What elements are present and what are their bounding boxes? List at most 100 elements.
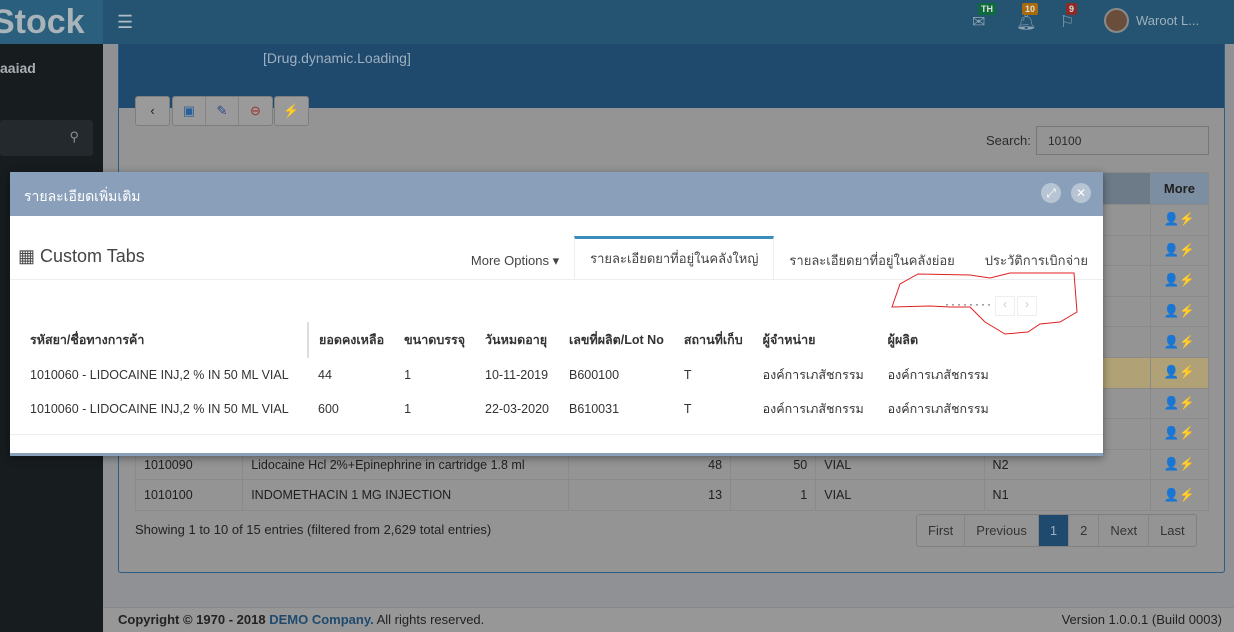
page-previous[interactable]: Previous xyxy=(965,515,1039,546)
add-book-icon[interactable]: ▣ xyxy=(173,97,206,125)
user-name[interactable]: Waroot L... xyxy=(1136,13,1199,28)
more-cell[interactable]: 👤⚡ xyxy=(1149,265,1210,297)
more-cell[interactable]: 👤⚡ xyxy=(1149,234,1210,267)
sidebar-user-label: aaiad xyxy=(0,60,36,76)
more-cell[interactable]: 👤⚡ xyxy=(1149,204,1210,236)
table-cell: 1 xyxy=(404,402,412,416)
tab-more-options[interactable]: More Options ▾ xyxy=(456,240,574,280)
user-action-icon[interactable]: 👤⚡ xyxy=(1164,426,1195,440)
col-header[interactable]: ผู้จำหน่าย xyxy=(753,322,878,358)
table-cell: T xyxy=(683,368,692,382)
tab-main-stock[interactable]: รายละเอียดยาที่อยู่ในคลังใหญ่ xyxy=(574,236,775,280)
rights-text: All rights reserved. xyxy=(376,612,485,627)
col-header[interactable]: ยอดคงเหลือ xyxy=(308,322,394,358)
table-info: Showing 1 to 10 of 15 entries (filtered … xyxy=(135,522,492,537)
table-row: 1010100 INDOMETHACIN 1 MG INJECTION 13 1 VIA… xyxy=(134,479,1210,511)
col-header[interactable]: ขนาดบรรจุ xyxy=(394,322,475,358)
more-header: More xyxy=(1149,172,1210,205)
copyright: Copyright © 1970 - 2018 xyxy=(118,612,266,627)
close-icon[interactable]: ✕ xyxy=(1071,183,1091,203)
mail-icon[interactable]: ✉ TH xyxy=(972,3,996,32)
custom-tabs-title: ▦ Custom Tabs xyxy=(18,246,145,266)
edit-icon[interactable]: ✎ xyxy=(206,97,239,125)
page-last[interactable]: Last xyxy=(1149,515,1196,546)
user-action-icon[interactable]: 👤⚡ xyxy=(1164,273,1195,287)
cell-loc: N1 xyxy=(983,479,1151,511)
user-action-icon[interactable]: 👤⚡ xyxy=(1164,335,1195,349)
table-cell: B610031 xyxy=(568,402,620,416)
table-row: 1010060 - LIDOCAINE INJ,2 % IN 50 ML VIA… xyxy=(20,392,999,426)
footer: Copyright © 1970 - 2018 DEMO Company. Al… xyxy=(103,607,1234,632)
search-icon[interactable]: ⚲ xyxy=(69,129,79,145)
table-scroll-nav: ········ ‹ › xyxy=(945,296,1037,316)
app-logo[interactable]: Stock xyxy=(0,0,103,44)
table-row: 1010060 - LIDOCAINE INJ,2 % IN 50 ML VIA… xyxy=(20,358,999,392)
more-cell[interactable]: 👤⚡ xyxy=(1149,479,1210,511)
details-modal: รายละเอียดเพิ่มเติม ⤢ ✕ ▦ Custom Tabs Mo… xyxy=(10,172,1103,456)
lightning-icon[interactable]: ⚡ xyxy=(275,97,308,125)
table-cell: 600 xyxy=(318,402,339,416)
table-cell: 22-03-2020 xyxy=(485,402,549,416)
user-action-icon[interactable]: 👤⚡ xyxy=(1164,243,1195,257)
scroll-right-icon[interactable]: › xyxy=(1016,296,1037,316)
avatar[interactable] xyxy=(1104,8,1129,33)
modal-title: รายละเอียดเพิ่มเติม xyxy=(24,188,141,204)
bell-icon[interactable]: 🔔︎ 10 xyxy=(1016,3,1039,32)
page-2[interactable]: 2 xyxy=(1069,515,1100,546)
delete-icon[interactable]: ⊖ xyxy=(239,97,272,125)
stock-detail-table: รหัสยา/ชื่อทางการค้า ยอดคงเหลือ ขนาดบรรจ… xyxy=(20,322,999,426)
user-action-icon[interactable]: 👤⚡ xyxy=(1164,304,1195,318)
flag-icon[interactable]: ⚐ 9 xyxy=(1060,3,1078,32)
page-1[interactable]: 1 xyxy=(1038,515,1070,546)
more-cell[interactable]: 👤⚡ xyxy=(1149,418,1210,450)
col-header[interactable]: เลขที่ผลิต/Lot No xyxy=(559,322,674,358)
more-cell[interactable]: 👤⚡ xyxy=(1149,326,1210,358)
chevron-left-icon[interactable]: ‹ xyxy=(136,97,169,125)
action-toolbar: ▣ ✎ ⊖ xyxy=(172,96,273,126)
table-cell: T xyxy=(683,402,692,416)
col-header[interactable]: ผู้ผลิต xyxy=(878,322,999,358)
company-link[interactable]: DEMO Company. xyxy=(269,612,374,627)
table-cell: 1 xyxy=(404,368,412,382)
col-header[interactable]: สถานที่เก็บ xyxy=(674,322,753,358)
user-action-icon[interactable]: 👤⚡ xyxy=(1164,396,1195,410)
expand-icon[interactable]: ⤢ xyxy=(1041,183,1061,203)
back-button[interactable]: ‹ xyxy=(135,96,170,126)
cell-unit: VIAL xyxy=(815,479,985,511)
user-action-icon[interactable]: 👤⚡ xyxy=(1164,365,1195,379)
cell-name: INDOMETHACIN 1 MG INJECTION xyxy=(242,479,569,511)
more-cell[interactable]: 👤⚡ xyxy=(1149,387,1210,420)
cell-pack: 1 xyxy=(730,479,817,511)
menu-toggle-icon[interactable]: ☰ xyxy=(117,12,133,33)
cell-code: 1010100 xyxy=(134,479,244,511)
table-cell: องค์การเภสัชกรรม xyxy=(887,368,989,382)
flag-badge: 9 xyxy=(1066,3,1078,15)
search-input[interactable] xyxy=(1036,126,1209,155)
pagination: First Previous 1 2 Next Last xyxy=(916,514,1197,547)
more-cell[interactable]: 👤⚡ xyxy=(1149,356,1210,389)
user-action-icon[interactable]: 👤⚡ xyxy=(1164,457,1195,471)
more-cell[interactable]: 👤⚡ xyxy=(1149,295,1210,328)
table-cell: องค์การเภสัชกรรม xyxy=(762,368,864,382)
cell-qty: 13 xyxy=(567,479,732,511)
grid-icon: ▦ xyxy=(18,246,36,266)
sidebar-search[interactable]: ⚲ xyxy=(0,120,93,156)
more-cell[interactable]: 👤⚡ xyxy=(1149,448,1210,481)
flash-button[interactable]: ⚡ xyxy=(274,96,309,126)
version: Version 1.0.0.1 (Build 0003) xyxy=(1061,612,1222,627)
user-action-icon[interactable]: 👤⚡ xyxy=(1164,212,1195,226)
scroll-left-icon[interactable]: ‹ xyxy=(994,296,1015,316)
col-header[interactable]: วันหมดอายุ xyxy=(475,322,559,358)
bell-badge: 10 xyxy=(1022,3,1039,15)
mail-badge: TH xyxy=(978,3,996,15)
table-cell: องค์การเภสัชกรรม xyxy=(762,402,864,416)
col-header[interactable]: รหัสยา/ชื่อทางการค้า xyxy=(20,322,309,358)
table-cell: 1010060 - LIDOCAINE INJ,2 % IN 50 ML VIA… xyxy=(30,402,289,416)
top-navbar: ☰ ✉ TH 🔔︎ 10 ⚐ 9 Waroot L... xyxy=(103,0,1234,44)
table-cell: 1010060 - LIDOCAINE INJ,2 % IN 50 ML VIA… xyxy=(30,368,289,382)
page-next[interactable]: Next xyxy=(1099,515,1150,546)
box-title: [Drug.dynamic.Loading] xyxy=(263,50,411,66)
user-action-icon[interactable]: 👤⚡ xyxy=(1164,488,1195,502)
table-cell: B600100 xyxy=(568,368,620,382)
page-first[interactable]: First xyxy=(917,515,966,546)
